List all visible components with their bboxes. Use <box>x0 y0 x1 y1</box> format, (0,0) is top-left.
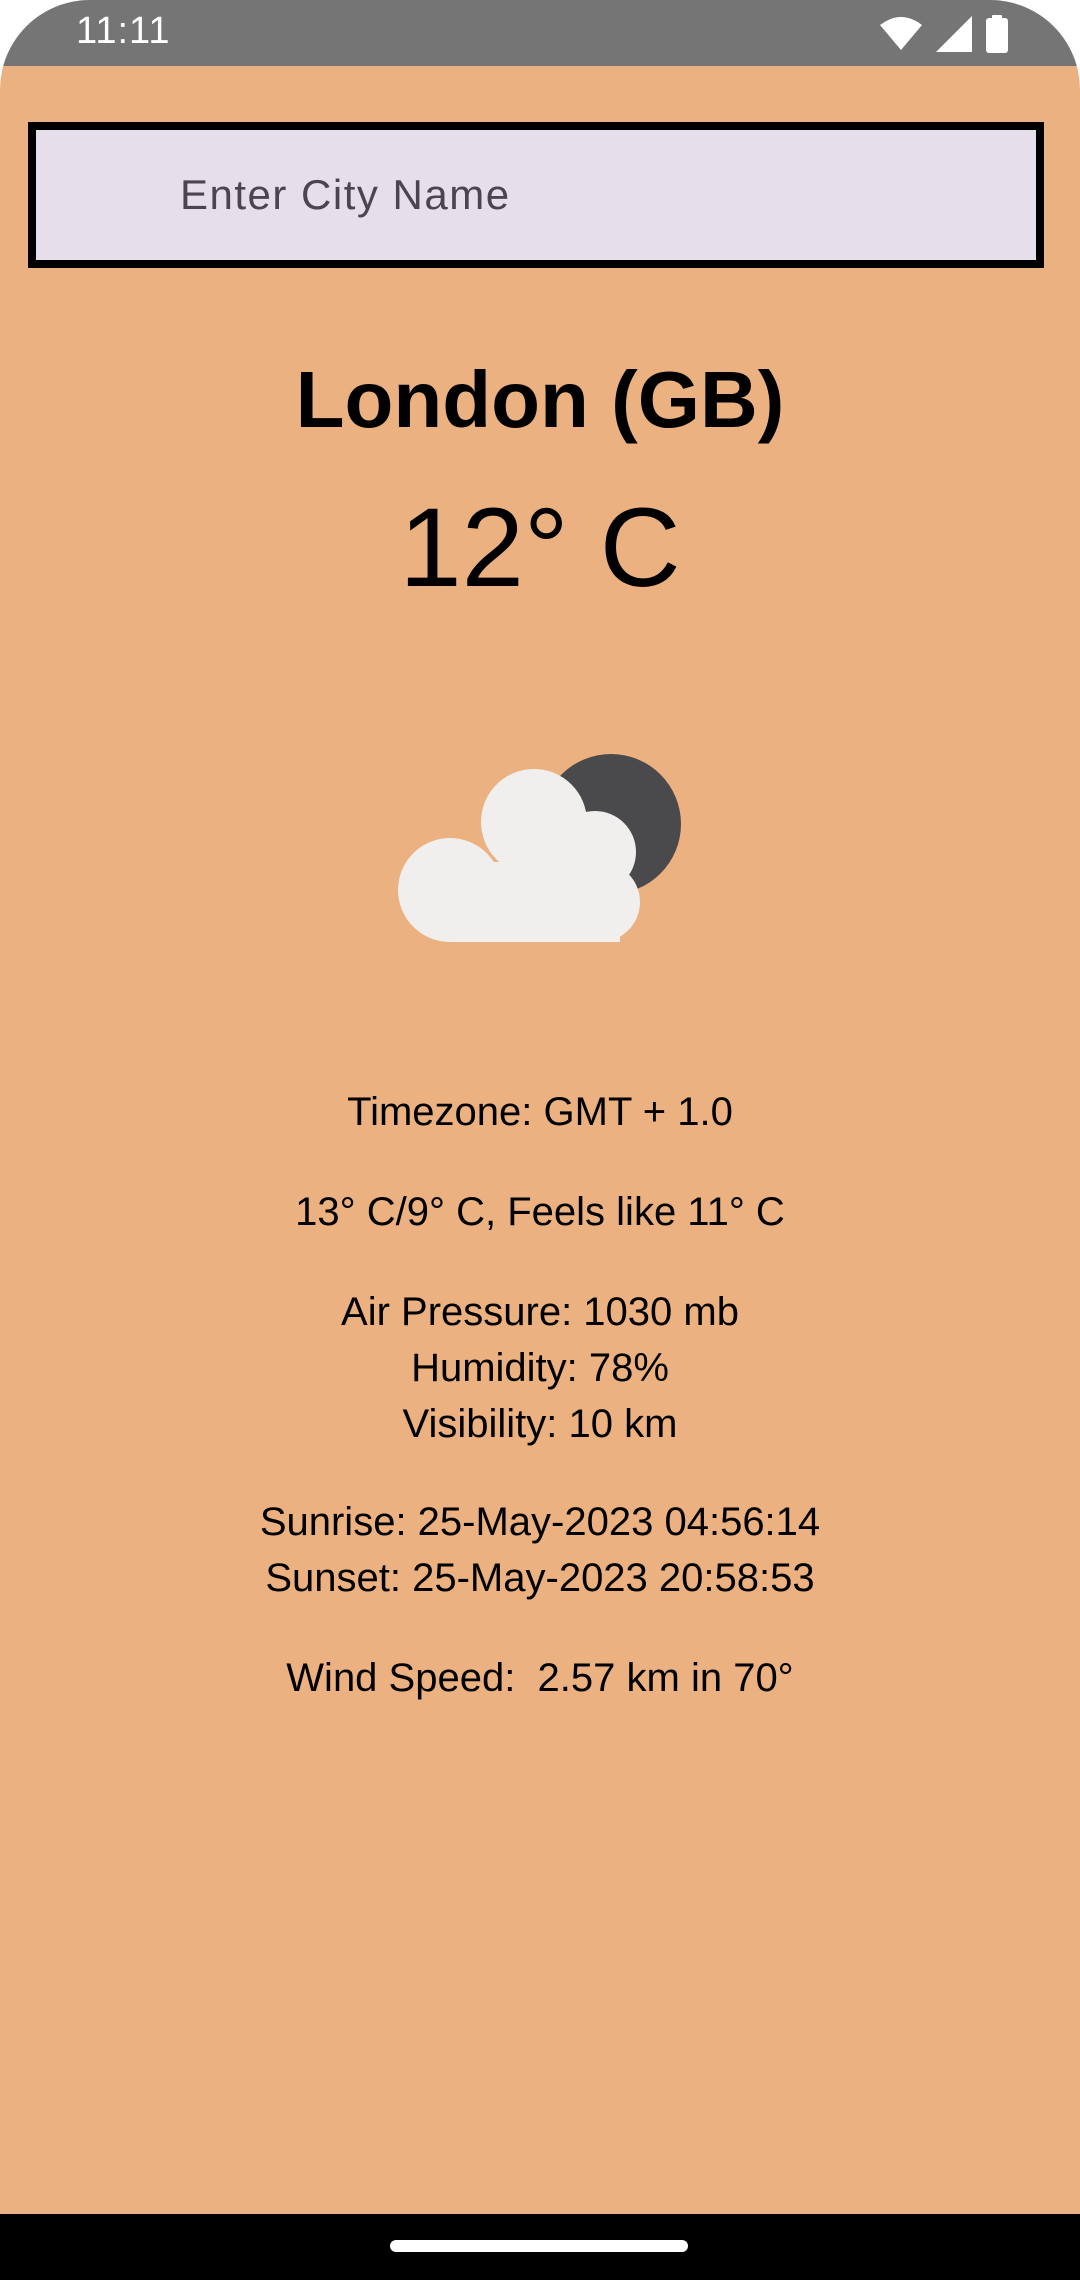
city-search-field[interactable] <box>28 122 1044 268</box>
app-screen: 11:11 London (GB) 12° C Tim <box>0 0 1080 2280</box>
temp-range-text: 13° C/9° C, Feels like 11° C <box>295 1190 785 1234</box>
temperature-range-block: 13° C/9° C, Feels like 11° C <box>0 1184 1080 1240</box>
status-icons <box>880 14 1008 54</box>
cell-signal-icon <box>936 16 972 52</box>
conditions-block: Air Pressure: 1030 mb Humidity: 78% Visi… <box>0 1284 1080 1452</box>
battery-icon <box>986 15 1008 53</box>
city-name-input[interactable] <box>36 130 1036 260</box>
timezone-text: Timezone: GMT + 1.0 <box>347 1090 733 1134</box>
air-pressure-text: Air Pressure: 1030 mb <box>341 1290 739 1334</box>
visibility-text: Visibility: 10 km <box>402 1402 678 1446</box>
current-temperature: 12° C <box>399 485 681 610</box>
sunset-text: Sunset: 25-May-2023 20:58:53 <box>265 1556 815 1600</box>
wind-block: Wind Speed: 2.57 km in 70° <box>0 1650 1080 1706</box>
city-name: London (GB) <box>295 355 785 444</box>
status-time: 11:11 <box>76 10 171 52</box>
wifi-icon <box>880 17 922 50</box>
wind-speed-text: Wind Speed: 2.57 km in 70° <box>286 1656 794 1700</box>
status-bar: 11:11 <box>0 0 1080 66</box>
home-gesture-handle[interactable] <box>390 2240 688 2252</box>
humidity-text: Humidity: 78% <box>411 1346 669 1390</box>
sunrise-text: Sunrise: 25-May-2023 04:56:14 <box>259 1500 821 1544</box>
sun-times-block: Sunrise: 25-May-2023 04:56:14 Sunset: 25… <box>0 1494 1080 1606</box>
timezone-block: Timezone: GMT + 1.0 <box>0 1084 1080 1140</box>
partly-cloudy-night-icon <box>398 754 681 942</box>
